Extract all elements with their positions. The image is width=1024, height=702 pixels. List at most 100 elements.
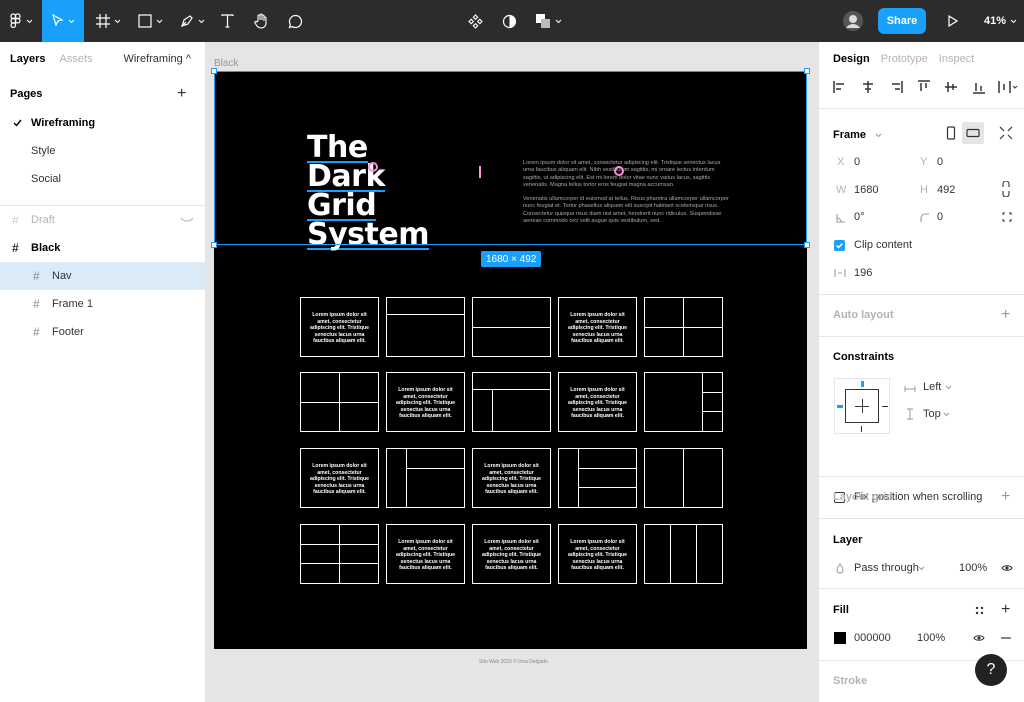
y-input[interactable]: 0 xyxy=(937,156,943,168)
help-button[interactable]: ? xyxy=(975,654,1007,686)
wireframe-tile[interactable]: Lorem ipsum dolor sit amet, consectetur … xyxy=(386,524,465,584)
text-tool-button[interactable] xyxy=(216,0,238,42)
height-input[interactable]: 492 xyxy=(937,184,955,196)
add-page-icon[interactable]: + xyxy=(177,86,186,102)
align-left-icon[interactable] xyxy=(833,80,847,94)
resize-handle[interactable] xyxy=(211,242,217,248)
page-item-social[interactable]: Social xyxy=(0,165,206,193)
mask-button[interactable] xyxy=(498,0,520,42)
tab-prototype[interactable]: Prototype xyxy=(881,53,928,65)
wireframe-tile[interactable] xyxy=(472,297,551,357)
vertical-constraint-select[interactable]: Top xyxy=(923,408,941,420)
blend-mode-select[interactable]: Pass through xyxy=(854,562,919,574)
horizontal-constraint-select[interactable]: Left xyxy=(923,381,941,393)
remove-fill-icon[interactable] xyxy=(1001,637,1011,639)
comment-tool-button[interactable] xyxy=(284,0,306,42)
width-input[interactable]: 1680 xyxy=(854,184,878,196)
wireframe-tile[interactable] xyxy=(644,297,723,357)
shape-tool-button[interactable] xyxy=(132,0,168,42)
wireframe-tile[interactable] xyxy=(644,524,723,584)
tab-layers[interactable]: Layers xyxy=(10,53,45,65)
add-fill-icon[interactable]: + xyxy=(1001,602,1010,618)
page-switcher[interactable]: Wireframing ^ xyxy=(123,53,191,65)
canvas[interactable]: Black The Dark Grid System Lorem ipsum d… xyxy=(206,42,818,702)
wireframe-tile[interactable] xyxy=(386,448,465,508)
wireframe-tile[interactable] xyxy=(300,524,379,584)
wireframe-tile[interactable]: Lorem ipsum dolor sit amet, consectetur … xyxy=(558,297,637,357)
rotation-input[interactable]: 0° xyxy=(854,211,865,223)
portrait-icon[interactable] xyxy=(946,126,956,140)
fill-color-swatch[interactable] xyxy=(834,632,846,644)
tab-assets[interactable]: Assets xyxy=(59,53,92,65)
layer-opacity-input[interactable]: 100% xyxy=(959,562,987,574)
align-center-horizontal-icon[interactable] xyxy=(861,80,875,94)
wireframe-tile[interactable]: Lorem ipsum dolor sit amet, consectetur … xyxy=(472,524,551,584)
present-button[interactable] xyxy=(944,0,962,42)
frame-heading[interactable]: Frame xyxy=(833,129,866,141)
wireframe-tile[interactable] xyxy=(644,372,723,432)
wireframe-tile[interactable]: Lorem ipsum dolor sit amet, consectetur … xyxy=(558,524,637,584)
corner-radius-input[interactable]: 0 xyxy=(937,211,943,223)
main-menu-button[interactable] xyxy=(0,0,42,42)
visibility-eye-icon[interactable] xyxy=(1001,564,1013,572)
align-top-icon[interactable] xyxy=(917,80,931,94)
wireframe-tile[interactable] xyxy=(386,297,465,357)
constraint-top-pin[interactable] xyxy=(861,381,864,387)
wireframe-tile[interactable] xyxy=(558,448,637,508)
distribute-icon[interactable] xyxy=(998,80,1018,94)
layer-item-frame-1[interactable]: # Frame 1 xyxy=(0,290,206,318)
fill-opacity-input[interactable]: 100% xyxy=(917,632,945,644)
share-button[interactable]: Share xyxy=(878,8,926,34)
layer-item-black[interactable]: # Black xyxy=(0,234,206,262)
resize-handle[interactable] xyxy=(804,68,810,74)
frame-name-label[interactable]: Black xyxy=(214,58,238,69)
resize-handle[interactable] xyxy=(211,68,217,74)
constraint-left-pin[interactable] xyxy=(837,405,843,408)
component-button[interactable] xyxy=(464,0,486,42)
spacing-input[interactable]: 196 xyxy=(854,267,872,279)
constraint-center[interactable] xyxy=(845,389,879,423)
wireframe-tile[interactable] xyxy=(300,372,379,432)
fill-section: Fill + 000000 100% xyxy=(819,588,1024,660)
wireframe-tile[interactable]: Lorem ipsum dolor sit amet, consectetur … xyxy=(300,297,379,357)
hidden-eye-icon[interactable] xyxy=(180,217,194,223)
independent-corners-icon[interactable] xyxy=(1002,212,1012,222)
boolean-operations-button[interactable] xyxy=(532,0,564,42)
wireframe-tile[interactable]: Lorem ipsum dolor sit amet, consectetur … xyxy=(300,448,379,508)
wireframe-tile[interactable]: Lorem ipsum dolor sit amet, consectetur … xyxy=(472,448,551,508)
tab-design[interactable]: Design xyxy=(833,53,870,65)
frame-tool-button[interactable] xyxy=(90,0,126,42)
fill-hex-input[interactable]: 000000 xyxy=(854,632,891,644)
constraint-bottom-pin[interactable] xyxy=(861,426,862,432)
resize-to-fit-icon[interactable] xyxy=(999,126,1013,140)
zoom-control[interactable]: 41% xyxy=(984,0,1017,42)
clip-content-checkbox[interactable] xyxy=(834,240,845,251)
constraint-right-pin[interactable] xyxy=(882,406,888,407)
wireframe-tile[interactable]: Lorem ipsum dolor sit amet, consectetur … xyxy=(386,372,465,432)
move-tool-button[interactable] xyxy=(42,0,84,42)
wireframe-tile[interactable] xyxy=(472,372,551,432)
wireframe-tile[interactable] xyxy=(644,448,723,508)
pen-tool-button[interactable] xyxy=(174,0,210,42)
landscape-toggle[interactable] xyxy=(962,122,984,144)
add-layout-grid-icon[interactable]: + xyxy=(1001,489,1010,505)
tab-inspect[interactable]: Inspect xyxy=(939,53,974,65)
hand-tool-button[interactable] xyxy=(250,0,272,42)
x-input[interactable]: 0 xyxy=(854,156,860,168)
user-avatar[interactable] xyxy=(840,0,866,42)
styles-grid-icon[interactable] xyxy=(975,606,984,615)
layer-item-draft[interactable]: # Draft xyxy=(0,206,206,234)
resize-handle[interactable] xyxy=(804,242,810,248)
page-item-style[interactable]: Style xyxy=(0,137,206,165)
visibility-eye-icon[interactable] xyxy=(973,634,985,642)
constrain-proportions-icon[interactable] xyxy=(1002,181,1010,197)
align-bottom-icon[interactable] xyxy=(972,80,986,94)
align-center-vertical-icon[interactable] xyxy=(944,80,958,94)
layer-item-footer[interactable]: # Footer xyxy=(0,318,206,346)
wireframe-tile[interactable]: Lorem ipsum dolor sit amet, consectetur … xyxy=(558,372,637,432)
align-right-icon[interactable] xyxy=(889,80,903,94)
constraint-widget[interactable] xyxy=(834,378,890,434)
page-item-wireframing[interactable]: Wireframing xyxy=(0,109,206,137)
add-auto-layout-icon[interactable]: + xyxy=(1001,307,1010,323)
layer-item-nav[interactable]: # Nav xyxy=(0,262,206,290)
